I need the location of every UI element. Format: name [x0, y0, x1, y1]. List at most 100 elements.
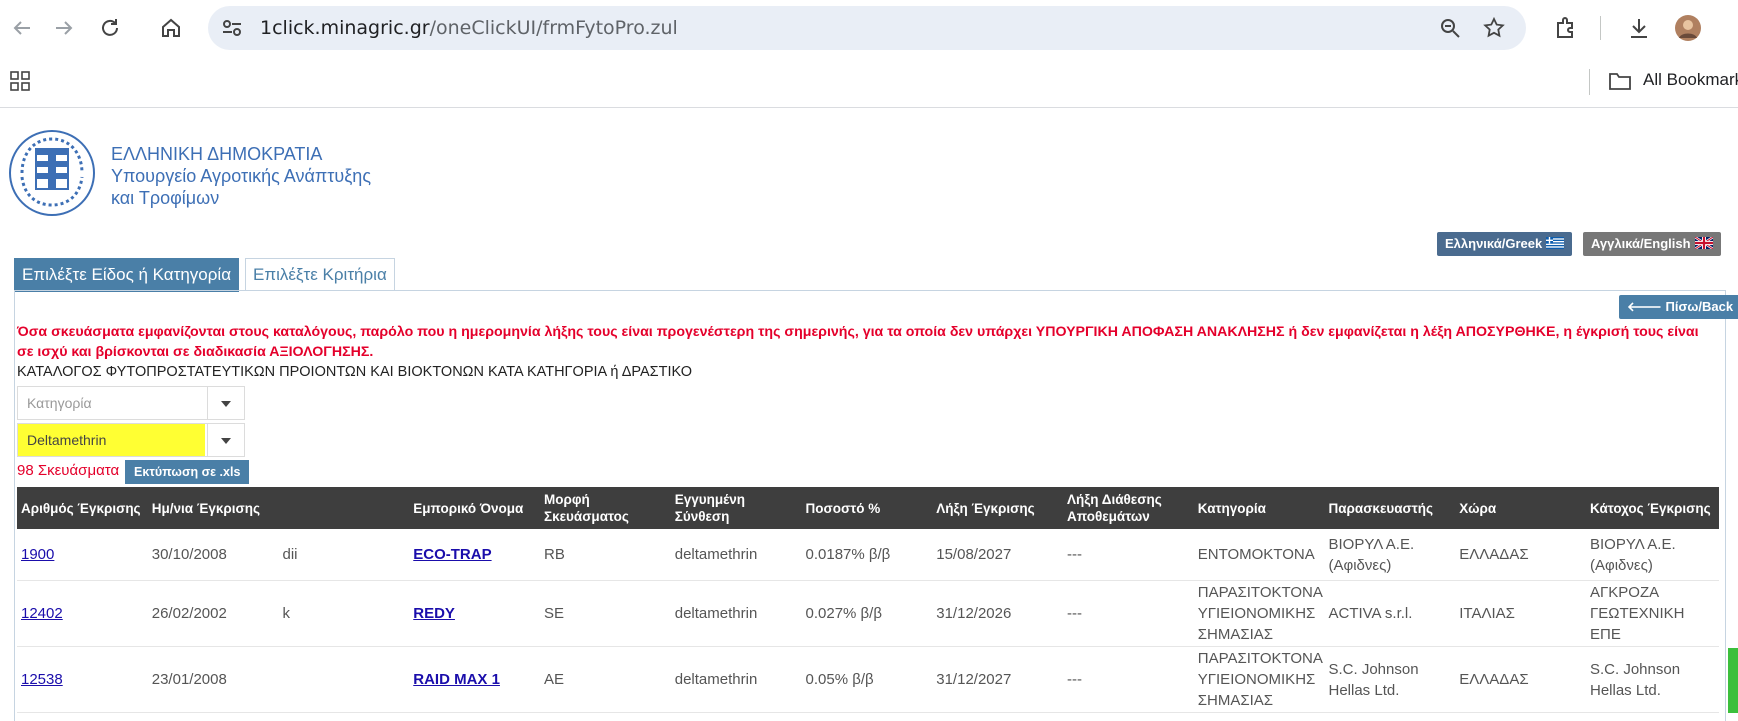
table-cell: ΙΤΑΛΙΑΣ [1455, 580, 1586, 647]
toolbar-divider [1600, 16, 1601, 40]
result-count: 98 Σκευάσματα [17, 462, 120, 479]
table-cell: dii [278, 529, 410, 581]
warning-notice: Όσα σκευάσματα εμφανίζονται στους καταλό… [17, 324, 1699, 360]
back-label: Πίσω/Back [1665, 299, 1734, 314]
download-icon[interactable] [1625, 14, 1653, 42]
lang-english-button[interactable]: Αγγλικά/English [1583, 232, 1721, 256]
approval-number-link[interactable]: 12402 [21, 605, 63, 622]
hellenic-emblem-icon [8, 129, 96, 217]
table-cell: S.C. Johnson Hellas Ltd. [1586, 646, 1719, 713]
products-table: Αριθμός Έγκρισης Ημ/νια Έγκρισης Εμπορικ… [17, 487, 1719, 713]
table-cell: 15/08/2027 [932, 529, 1063, 581]
table-cell: 26/02/2002 [147, 580, 279, 647]
uk-flag-icon [1693, 233, 1714, 257]
col-header[interactable]: Λήξη Διάθεσης Αποθεμάτων [1063, 487, 1194, 529]
table-cell: --- [1063, 580, 1194, 647]
product-name-link[interactable]: ECO-TRAP [413, 546, 491, 563]
table-cell: 23/01/2008 [147, 646, 279, 713]
table-cell: 31/12/2027 [932, 646, 1063, 713]
substance-combobox[interactable]: Deltamethrin [17, 423, 245, 457]
all-bookmarks-link[interactable]: All Bookmarks [1643, 70, 1738, 90]
col-header[interactable]: Παρασκευαστής [1324, 487, 1456, 529]
page-content: ΕΛΛΗΝΙΚΗ ΔΗΜΟΚΡΑΤΙΑ Υπουργείο Αγροτικής … [0, 108, 1738, 721]
table-cell: 30/10/2008 [147, 529, 279, 581]
table-cell: ΑΓΚΡΟΖΑ ΓΕΩΤΕΧΝΙΚΗ ΕΠΕ [1586, 580, 1719, 647]
table-cell: ΒΙΟΡΥΛ Α.Ε. (Αφιδνες) [1324, 529, 1456, 581]
reload-icon[interactable] [96, 14, 124, 42]
table-header-row: Αριθμός Έγκρισης Ημ/νια Έγκρισης Εμπορικ… [17, 487, 1719, 529]
arrow-left-icon: 🡐 [1627, 299, 1662, 314]
table-cell: deltamethrin [670, 646, 802, 713]
back-button[interactable]: 🡐 Πίσω/Back [1619, 295, 1738, 319]
table-cell: ΒΙΟΡΥΛ Α.Ε. (Αφιδνες) [1586, 529, 1719, 581]
back-arrow-icon[interactable] [8, 14, 36, 42]
catalog-title: ΚΑΤΑΛΟΓΟΣ ΦΥΤΟΠΡΟΣΤΑΤΕΥΤΙΚΩΝ ΠΡΟΙΟΝΤΩΝ Κ… [17, 364, 693, 380]
substance-input[interactable]: Deltamethrin [18, 424, 205, 456]
col-header[interactable]: Χώρα [1455, 487, 1586, 529]
extensions-icon[interactable] [1552, 14, 1580, 42]
table-cell: ΠΑΡΑΣΙΤΟΚΤΟΝΑ ΥΓΙΕΙΟΝΟΜΙΚΗΣ ΣΗΜΑΣΙΑΣ [1193, 646, 1325, 713]
table-cell: S.C. Johnson Hellas Ltd. [1324, 646, 1456, 713]
folder-icon[interactable] [1608, 70, 1632, 97]
tab-choose-criteria[interactable]: Επιλέξτε Κριτήρια [245, 258, 395, 291]
col-header[interactable]: Κατηγορία [1193, 487, 1325, 529]
tab-choose-category[interactable]: Επιλέξτε Είδος ή Κατηγορία [14, 258, 240, 292]
col-header[interactable]: Λήξη Έγκρισης [932, 487, 1063, 529]
product-name-link[interactable]: RAID MAX 1 [413, 671, 500, 688]
col-header[interactable]: Κάτοχος Έγκρισης [1586, 487, 1719, 529]
col-header[interactable]: Ποσοστό % [801, 487, 933, 529]
approval-number-link[interactable]: 12538 [21, 671, 63, 688]
product-name-link[interactable]: REDY [413, 605, 455, 622]
side-widget-edge[interactable] [1728, 648, 1738, 713]
apps-grid-icon[interactable] [10, 71, 30, 96]
category-combobox[interactable]: Κατηγορία [17, 386, 245, 420]
table-row: 1900 30/10/2008 dii ECO-TRAP RB deltamet… [17, 529, 1719, 581]
table-row: 12538 23/01/2008 RAID MAX 1 AE deltameth… [17, 646, 1719, 713]
export-xls-button[interactable]: Εκτύπωση σε .xls [125, 460, 250, 484]
table-row: 12402 26/02/2002 k REDY SE deltamethrin … [17, 580, 1719, 647]
url-path: /oneClickUI/frmFytoPro.zul [429, 17, 678, 39]
category-input[interactable]: Κατηγορία [18, 387, 205, 419]
home-icon[interactable] [157, 14, 185, 42]
table-cell [278, 646, 410, 713]
table-cell: k [278, 580, 410, 647]
org-line-1: ΕΛΛΗΝΙΚΗ ΔΗΜΟΚΡΑΤΙΑ [111, 144, 323, 164]
table-cell: 31/12/2026 [932, 580, 1063, 647]
table-cell: deltamethrin [670, 529, 802, 581]
profile-avatar[interactable] [1674, 14, 1702, 42]
lang-english-label: Αγγλικά/English [1591, 236, 1691, 251]
greek-flag-icon [1546, 233, 1565, 257]
chevron-down-icon[interactable] [207, 387, 244, 419]
col-header[interactable]: Μορφή Σκευάσματος [540, 487, 671, 529]
address-bar[interactable]: 1click.minagric.gr/oneClickUI/frmFytoPro… [208, 6, 1526, 50]
table-cell: 0.0187% β/β [801, 529, 933, 581]
col-header[interactable]: Εγγυημένη Σύνθεση [670, 487, 802, 529]
col-header[interactable]: Ημ/νια Έγκρισης [147, 487, 279, 529]
chevron-down-icon[interactable] [207, 424, 244, 456]
table-cell: 0.05% β/β [801, 646, 933, 713]
bookmarks-divider [1589, 69, 1590, 95]
table-cell: SE [540, 580, 671, 647]
table-cell: ΠΑΡΑΣΙΤΟΚΤΟΝΑ ΥΓΙΕΙΟΝΟΜΙΚΗΣ ΣΗΜΑΣΙΑΣ [1193, 580, 1325, 647]
col-header[interactable]: Εμπορικό Όνομα [409, 487, 540, 529]
table-cell: AE [540, 646, 671, 713]
forward-arrow-icon[interactable] [50, 14, 78, 42]
table-cell: ΕΝΤΟΜΟΚΤΟΝΑ [1193, 529, 1325, 581]
site-info-icon[interactable] [220, 16, 244, 40]
approval-number-link[interactable]: 1900 [21, 546, 54, 563]
bookmark-star-icon[interactable] [1482, 16, 1506, 40]
org-line-3: και Τροφίμων [111, 188, 220, 208]
col-header[interactable] [278, 487, 410, 529]
url-text[interactable]: 1click.minagric.gr/oneClickUI/frmFytoPro… [260, 17, 678, 39]
col-header[interactable]: Αριθμός Έγκρισης [17, 487, 148, 529]
table-cell: RB [540, 529, 671, 581]
table-cell: --- [1063, 646, 1194, 713]
org-line-2: Υπουργείο Αγροτικής Ανάπτυξης [111, 166, 371, 186]
zoom-icon[interactable] [1438, 16, 1462, 40]
lang-greek-label: Ελληνικά/Greek [1445, 236, 1543, 251]
browser-toolbar: 1click.minagric.gr/oneClickUI/frmFytoPro… [0, 0, 1738, 57]
lang-greek-button[interactable]: Ελληνικά/Greek [1437, 232, 1573, 257]
table-cell: ΕΛΛΑΔΑΣ [1455, 646, 1586, 713]
table-cell: ΕΛΛΑΔΑΣ [1455, 529, 1586, 581]
url-host: 1click.minagric.gr [260, 17, 430, 39]
